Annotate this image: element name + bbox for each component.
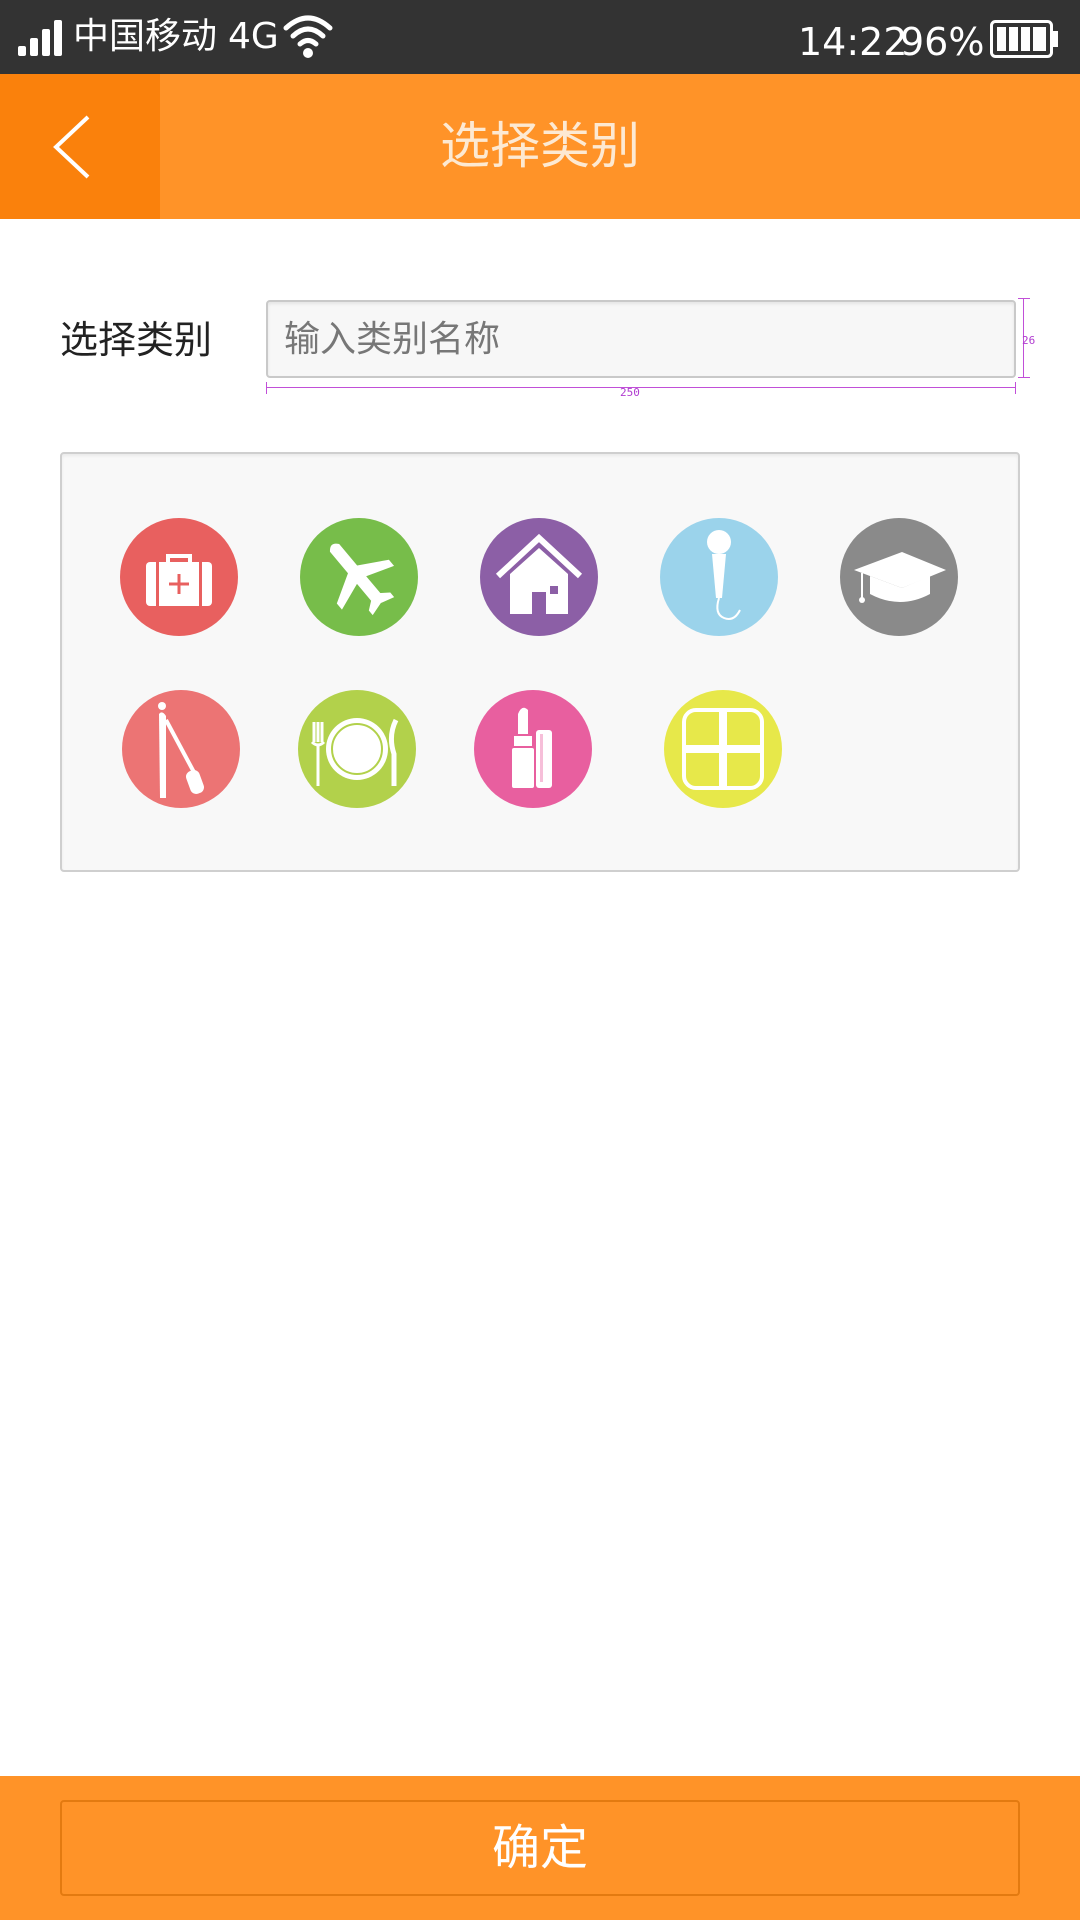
back-button[interactable] bbox=[0, 74, 160, 219]
battery-percentage: 96% bbox=[900, 20, 985, 64]
chevron-left-icon bbox=[53, 115, 90, 179]
category-icon-panel bbox=[60, 452, 1020, 872]
category-karaoke[interactable] bbox=[660, 518, 778, 636]
page-title: 选择类别 bbox=[440, 117, 640, 175]
category-education[interactable] bbox=[840, 518, 958, 636]
clock: 14:22 bbox=[798, 20, 908, 64]
lipstick-icon bbox=[474, 690, 592, 808]
confirm-button[interactable]: 确定 bbox=[60, 1800, 1020, 1896]
wifi-icon bbox=[283, 15, 333, 58]
category-label: 选择类别 bbox=[60, 318, 213, 362]
category-other[interactable] bbox=[664, 690, 782, 808]
walking-stick-icon bbox=[122, 690, 240, 808]
carrier-name: 中国移动 bbox=[73, 16, 218, 57]
category-walking[interactable] bbox=[122, 690, 240, 808]
header-bar: 选择类别 bbox=[0, 74, 1080, 219]
network-type: 4G bbox=[228, 16, 279, 57]
category-first-aid[interactable] bbox=[120, 518, 238, 636]
status-bar: 中国移动 4G 14:22 96% bbox=[0, 0, 1080, 74]
grid-icon bbox=[664, 690, 782, 808]
bottom-bar: 确定 bbox=[0, 1776, 1080, 1920]
signal-icon bbox=[18, 18, 68, 56]
category-name-input[interactable] bbox=[266, 300, 1016, 378]
graduation-cap-icon bbox=[840, 518, 958, 636]
width-dimension-marker bbox=[266, 382, 1016, 394]
category-dining[interactable] bbox=[298, 690, 416, 808]
category-home[interactable] bbox=[480, 518, 598, 636]
width-dimension-label: 250 bbox=[620, 386, 640, 399]
house-icon bbox=[480, 518, 598, 636]
category-cosmetics[interactable] bbox=[474, 690, 592, 808]
height-dimension-label: 26 bbox=[1022, 334, 1036, 347]
battery-icon bbox=[990, 20, 1058, 58]
first-aid-kit-icon bbox=[120, 518, 238, 636]
category-travel[interactable] bbox=[300, 518, 418, 636]
airplane-icon bbox=[300, 518, 418, 636]
plate-fork-knife-icon bbox=[298, 690, 416, 808]
microphone-icon bbox=[660, 518, 778, 636]
